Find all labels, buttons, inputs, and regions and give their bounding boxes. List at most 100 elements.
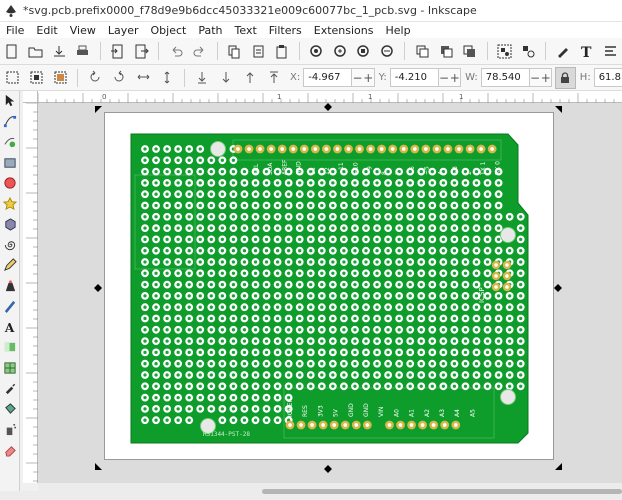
spray-tool[interactable]: [0, 419, 20, 440]
cut-button[interactable]: [247, 40, 269, 62]
pencil-tool[interactable]: [0, 255, 20, 276]
zoom-page-button[interactable]: [353, 40, 375, 62]
x-stepper[interactable]: − +: [352, 68, 375, 87]
pcb-pad-hole: [220, 249, 224, 253]
open-button[interactable]: [25, 40, 47, 62]
group-button[interactable]: [494, 40, 516, 62]
ruler-left[interactable]: [23, 102, 38, 483]
zoom-selection-button[interactable]: [306, 40, 328, 62]
menu-path[interactable]: Path: [192, 24, 228, 37]
pcb-pad-hole: [242, 271, 247, 275]
raise-button[interactable]: [239, 67, 261, 89]
menu-file[interactable]: File: [0, 24, 30, 37]
zoom-drawing-button[interactable]: [329, 40, 351, 62]
unlink-clone-button[interactable]: [459, 40, 481, 62]
pcb-pad-hole: [342, 203, 346, 208]
pcb-pad-hole: [353, 237, 357, 242]
menu-layer[interactable]: Layer: [102, 24, 145, 37]
new-button[interactable]: [1, 40, 23, 62]
menu-extensions[interactable]: Extensions: [308, 24, 380, 37]
pcb-pad-hole: [353, 373, 357, 377]
3d-box-tool[interactable]: [0, 214, 20, 235]
mesh-tool[interactable]: [0, 358, 20, 379]
pcb-pad-hole: [452, 203, 457, 208]
copy-button[interactable]: [224, 40, 246, 62]
eraser-tool[interactable]: [0, 440, 20, 461]
menu-view[interactable]: View: [64, 24, 102, 37]
undo-button[interactable]: [165, 40, 187, 62]
paste-button[interactable]: [271, 40, 293, 62]
duplicate-button[interactable]: [411, 40, 433, 62]
pcb-pad-hole: [342, 181, 346, 185]
text-tool[interactable]: A: [0, 317, 20, 338]
rotate-ccw-button[interactable]: [84, 67, 106, 89]
pcb-pad-hole: [187, 362, 191, 366]
text-font-button[interactable]: T: [576, 40, 598, 62]
menu-help[interactable]: Help: [379, 24, 416, 37]
export-button[interactable]: [131, 40, 153, 62]
zoom-width-button[interactable]: [377, 40, 399, 62]
ruler-top[interactable]: 0 1 1 1: [37, 91, 622, 103]
y-field[interactable]: -4.210: [389, 68, 439, 87]
paint-bucket-tool[interactable]: [0, 399, 20, 420]
pcb-pad-hole: [154, 203, 158, 208]
lock-ratio-button[interactable]: [555, 66, 576, 89]
fill-stroke-button[interactable]: [552, 40, 574, 62]
h-field[interactable]: 61.8: [593, 68, 622, 87]
select-all-layers-button[interactable]: [25, 67, 47, 89]
spiral-tool[interactable]: [0, 235, 20, 256]
w-field[interactable]: 78.540: [480, 68, 530, 87]
pcb-pad-hole: [187, 282, 191, 287]
import-button[interactable]: [107, 40, 129, 62]
lower-button[interactable]: [215, 67, 237, 89]
horizontal-scrollbar[interactable]: [38, 483, 622, 500]
pcb-pad-hole: [187, 418, 191, 422]
pcb-pad-hole: [496, 384, 501, 388]
node-tool[interactable]: [0, 112, 20, 133]
pcb-pad-hole: [485, 181, 490, 185]
lower-bottom-button[interactable]: [191, 67, 213, 89]
menu-text[interactable]: Text: [229, 24, 263, 37]
calligraphy-tool[interactable]: [0, 296, 20, 317]
pcb-pad-hole: [187, 384, 191, 388]
pen-tool[interactable]: [0, 276, 20, 297]
pcb-pad-hole: [220, 418, 224, 422]
flip-horizontal-button[interactable]: [132, 67, 154, 89]
y-stepper[interactable]: − +: [438, 68, 462, 87]
w-stepper[interactable]: − +: [529, 68, 553, 87]
drawing-canvas[interactable]: SCL SDA AREF GND 13 12 ~11 ~10 ~9 8 7 ~6 ~5 4 ~3 2 TX 1 R…: [38, 103, 622, 483]
scrollbar-thumb[interactable]: [262, 489, 622, 494]
pcb-pad-hole: [275, 316, 280, 321]
menu-edit[interactable]: Edit: [30, 24, 63, 37]
align-button[interactable]: [599, 40, 621, 62]
pcb-pad-hole: [485, 305, 490, 309]
ungroup-button[interactable]: [517, 40, 539, 62]
star-tool[interactable]: [0, 194, 20, 215]
rotate-cw-button[interactable]: [108, 67, 130, 89]
menu-filters[interactable]: Filters: [263, 24, 308, 37]
flip-vertical-button[interactable]: [156, 67, 178, 89]
ellipse-tool[interactable]: [0, 173, 20, 194]
gradient-tool[interactable]: [0, 337, 20, 358]
pcb-pad-hole: [198, 158, 202, 162]
selector-tool[interactable]: [0, 91, 20, 112]
print-button[interactable]: [72, 40, 94, 62]
pcb-pad-hole: [342, 362, 346, 366]
raise-top-button[interactable]: [263, 67, 285, 89]
menu-object[interactable]: Object: [145, 24, 193, 37]
rectangle-tool[interactable]: [0, 153, 20, 174]
select-all-button[interactable]: [1, 67, 23, 89]
pcb-pad-hole: [463, 362, 468, 366]
select-all-icon: [6, 71, 18, 84]
toolbar-separator: [298, 42, 300, 60]
x-field[interactable]: -4.967: [303, 68, 353, 87]
pcb-pad-hole: [165, 395, 169, 400]
clone-button[interactable]: [435, 40, 457, 62]
redo-button[interactable]: [189, 40, 211, 62]
dropper-tool[interactable]: [0, 378, 20, 399]
pcb-pad-hole: [408, 350, 412, 355]
tweak-tool[interactable]: [0, 132, 20, 153]
pcb-pad-hole: [408, 305, 412, 309]
deselect-button[interactable]: [49, 67, 71, 89]
save-button[interactable]: [48, 40, 70, 62]
